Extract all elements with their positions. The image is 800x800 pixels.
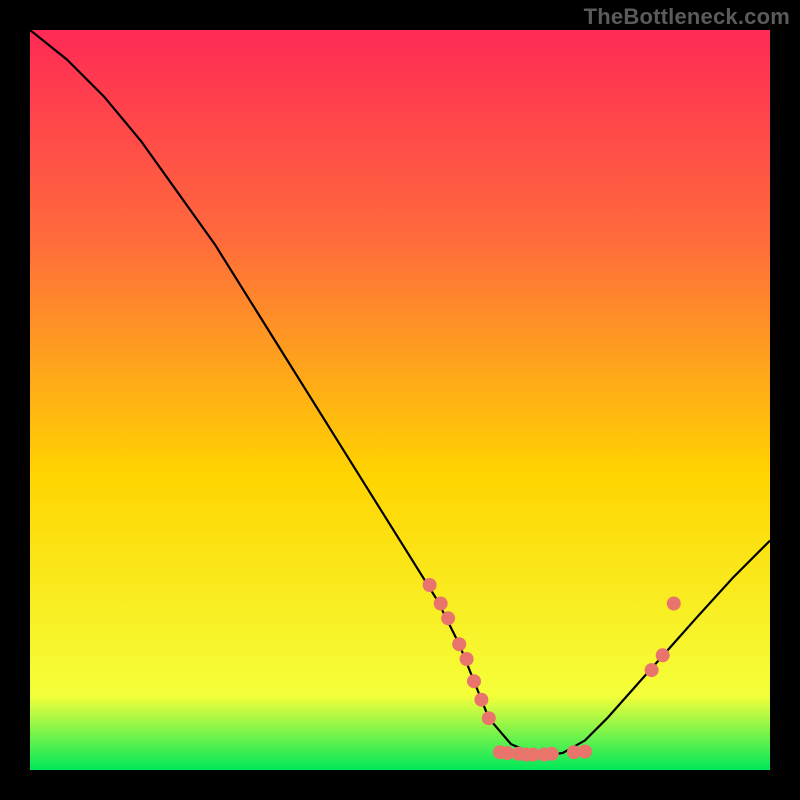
- data-point: [667, 597, 681, 611]
- data-point: [656, 648, 670, 662]
- data-point: [467, 674, 481, 688]
- data-point: [452, 637, 466, 651]
- plot-area: [30, 30, 770, 770]
- bottleneck-chart: [30, 30, 770, 770]
- data-point: [423, 578, 437, 592]
- data-point: [482, 711, 496, 725]
- data-point: [434, 597, 448, 611]
- data-point: [545, 747, 559, 761]
- data-point: [460, 652, 474, 666]
- data-point: [578, 745, 592, 759]
- data-point: [474, 693, 488, 707]
- chart-frame: TheBottleneck.com: [0, 0, 800, 800]
- data-point: [441, 611, 455, 625]
- watermark-text: TheBottleneck.com: [584, 4, 790, 30]
- data-point: [645, 663, 659, 677]
